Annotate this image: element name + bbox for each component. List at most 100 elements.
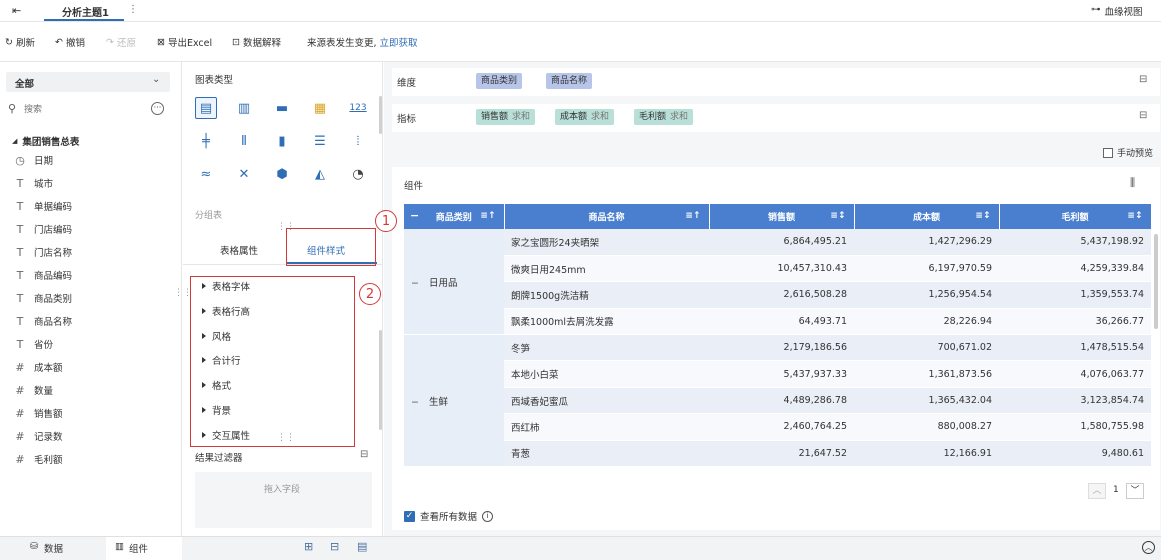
data-explain-button[interactable]: ⊡ 数据解释 [232,35,281,50]
style-scrollbar[interactable] [379,330,382,430]
field-item[interactable]: T 单据编码 [14,199,72,214]
export-excel-button[interactable]: ⊠ 导出Excel [157,35,212,50]
measure-bar[interactable]: 指标 销售额 求和 成本额 求和 毛利额 求和 ⊟ [392,104,1160,132]
info-icon[interactable]: i [482,510,494,522]
refresh-button[interactable]: ↻ 刷新 [5,35,35,50]
lock-icon[interactable]: ⊟ [1139,74,1147,85]
field-item[interactable]: T 省份 [14,337,53,352]
value-cell: 21,647.52 [709,440,854,468]
undo-button[interactable]: ↶ 撤销 [55,35,85,50]
field-item[interactable]: # 销售额 [14,406,62,421]
field-item[interactable]: # 毛利额 [14,452,62,467]
manual-preview-toggle[interactable]: 手动预览 [1103,146,1153,159]
next-page-button[interactable]: ﹀ [1126,483,1144,499]
measure-tag[interactable]: 毛利额 求和 [634,109,694,125]
collapse-up-icon[interactable]: ︿ [1142,541,1155,554]
field-item[interactable]: T 门店编码 [14,222,72,237]
gauge-chart-icon[interactable]: ◔ [347,163,369,185]
lock-icon[interactable]: ⊟ [360,449,368,460]
field-item[interactable]: T 城市 [14,176,53,191]
checkbox[interactable] [1103,147,1113,158]
add-dashboard-icon[interactable]: ▤ [357,540,367,553]
collapse-icon[interactable]: − [411,397,419,408]
kpi-number-chart-icon[interactable]: 123 [347,97,369,119]
drag-handle-icon[interactable]: ⋮⋮ [277,433,295,443]
collapse-icon[interactable]: − [411,278,419,289]
category-cell[interactable]: − 日用品 [404,229,504,336]
drag-handle-icon[interactable]: ⋮⋮ [277,222,295,232]
style-item[interactable]: 交互属性 [202,428,250,442]
table-chart-icon[interactable]: ▤ [195,97,217,119]
grouped-table-chart-icon[interactable]: ▦ [309,97,331,119]
style-item[interactable]: 表格字体 [202,279,250,293]
dimension-tag[interactable]: 商品类别 [476,73,523,89]
bar-chart-icon[interactable]: ╪ [195,130,217,152]
exit-icon[interactable]: ⇤ [12,4,21,17]
column-header[interactable]: 销售额 ≡↕ [709,204,855,229]
field-item[interactable]: T 商品类别 [14,291,72,306]
radar-chart-icon[interactable]: ⬢ [271,163,293,185]
lineage-view-button[interactable]: ⊶ 血缘视图 [1091,4,1143,18]
checkbox-checked-icon[interactable]: ✓ [404,510,415,522]
sort-icon[interactable]: ≡↑ [685,211,700,221]
scope-select[interactable]: 全部 ⌄ [6,72,170,92]
column-header[interactable]: 商品名称 ≡↑ [504,204,710,229]
area-chart-icon[interactable]: ◭ [309,163,331,185]
column-chart-icon[interactable]: ⦀ [233,130,255,152]
view-all-data-toggle[interactable]: ✓ 查看所有数据 i [404,509,494,523]
tab-data[interactable]: ⛁ 数据 [30,541,63,555]
stacked-bar-chart-icon[interactable]: ☰ [309,130,331,152]
tab-component[interactable]: ▥ 组件 [106,537,182,560]
add-chart-icon[interactable]: ⊟ [330,540,339,553]
tab-component-style[interactable]: 组件样式 [307,243,345,257]
more-options-icon[interactable]: ··· [151,102,164,115]
style-item[interactable]: 表格行高 [202,304,250,318]
resize-handle-icon[interactable]: ⋮⋮ [174,288,192,298]
column-header[interactable]: 成本额 ≡↕ [854,204,1000,229]
lock-icon[interactable]: ⊟ [1139,110,1147,121]
sort-icon[interactable]: ≡↕ [1127,211,1142,221]
detail-table-chart-icon[interactable]: ▬ [271,97,293,119]
wave-chart-icon[interactable]: ≈ [195,163,217,185]
tab-table-props[interactable]: 表格属性 [220,243,258,257]
filter-drop-zone[interactable]: 拖入字段 [195,472,372,528]
field-item[interactable]: # 数量 [14,383,53,398]
field-item[interactable]: T 商品编码 [14,268,72,283]
category-cell[interactable]: − 生鲜 [404,334,504,468]
sort-icon[interactable]: ≡↕ [830,211,845,221]
crosstab-chart-icon[interactable]: ▥ [233,97,255,119]
grouped-column-chart-icon[interactable]: ▮ [271,130,293,152]
collapse-icon[interactable]: − [410,209,419,222]
column-settings-icon[interactable]: ⫼ [1130,176,1135,190]
field-item[interactable]: ◷ 日期 [14,153,53,168]
histogram-chart-icon[interactable]: ⦙ [347,130,369,152]
dimension-bar[interactable]: 维度 商品类别 商品名称 ⊟ [392,68,1160,96]
measure-tag[interactable]: 销售额 求和 [476,109,536,125]
field-search[interactable]: ⚲ [6,101,146,119]
search-input[interactable] [24,103,134,117]
field-item[interactable]: T 商品名称 [14,314,72,329]
redo-button[interactable]: ↷ 还原 [106,35,136,50]
field-item[interactable]: # 成本额 [14,360,62,375]
table-node[interactable]: ◢ 集团销售总表 [12,134,79,148]
measure-tag[interactable]: 成本额 求和 [555,109,615,125]
sort-icon[interactable]: ≡↕ [975,211,990,221]
style-item[interactable]: 格式 [202,378,231,392]
style-item[interactable]: 背景 [202,403,231,417]
field-item[interactable]: # 记录数 [14,429,62,444]
style-item[interactable]: 风格 [202,329,231,343]
fetch-now-link[interactable]: 立即获取 [380,35,418,49]
add-table-icon[interactable]: ⊞ [304,540,313,553]
field-item[interactable]: T 门店名称 [14,245,72,260]
style-item[interactable]: 合计行 [202,353,241,367]
dimension-tag[interactable]: 商品名称 [546,73,593,89]
more-icon[interactable]: ⋮ [128,4,138,15]
scrollbar[interactable] [379,96,382,134]
column-header[interactable]: − 商品类别 ≡↑ [404,204,505,229]
line-chart-icon[interactable]: ✕ [233,163,255,185]
sort-icon[interactable]: ≡↑ [480,211,495,221]
column-header[interactable]: 毛利额 ≡↕ [999,204,1151,229]
table-scrollbar[interactable] [1154,234,1158,329]
prev-page-button[interactable]: ︿ [1088,483,1106,499]
value-cell: 64,493.71 [709,308,854,336]
